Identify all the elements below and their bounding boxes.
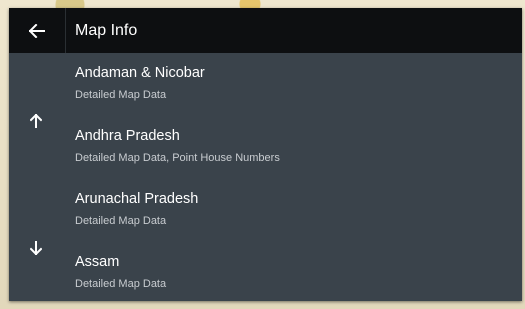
region-name: Andhra Pradesh: [75, 128, 180, 144]
region-name: Andaman & Nicobar: [75, 65, 205, 81]
scroll-controls: [9, 53, 65, 301]
region-detail: Detailed Map Data: [75, 278, 167, 290]
page-title: Map Info: [75, 22, 138, 39]
list-item[interactable]: Andaman & Nicobar Detailed Map Data: [75, 53, 515, 111]
back-button[interactable]: [9, 8, 65, 53]
list-item[interactable]: Arunachal Pradesh Detailed Map Data: [75, 179, 515, 237]
scroll-down-button[interactable]: [21, 235, 51, 265]
arrow-down-icon: [29, 240, 43, 260]
arrow-left-icon: [29, 23, 45, 38]
list-item[interactable]: Assam Detailed Map Data: [75, 242, 515, 300]
map-info-panel: Map Info Andaman & Nicobar Detailed Map …: [9, 8, 522, 301]
region-name: Arunachal Pradesh: [75, 191, 199, 207]
header-divider: [65, 8, 66, 53]
arrow-up-icon: [29, 113, 43, 133]
list-item[interactable]: Andhra Pradesh Detailed Map Data, Point …: [75, 116, 515, 174]
region-detail: Detailed Map Data: [75, 215, 167, 227]
scroll-up-button[interactable]: [21, 108, 51, 138]
region-name: Assam: [75, 254, 120, 270]
region-detail: Detailed Map Data: [75, 89, 167, 101]
region-detail: Detailed Map Data, Point House Numbers: [75, 152, 280, 164]
region-list: Andaman & Nicobar Detailed Map Data Andh…: [75, 53, 515, 301]
header-bar: Map Info: [9, 8, 522, 53]
